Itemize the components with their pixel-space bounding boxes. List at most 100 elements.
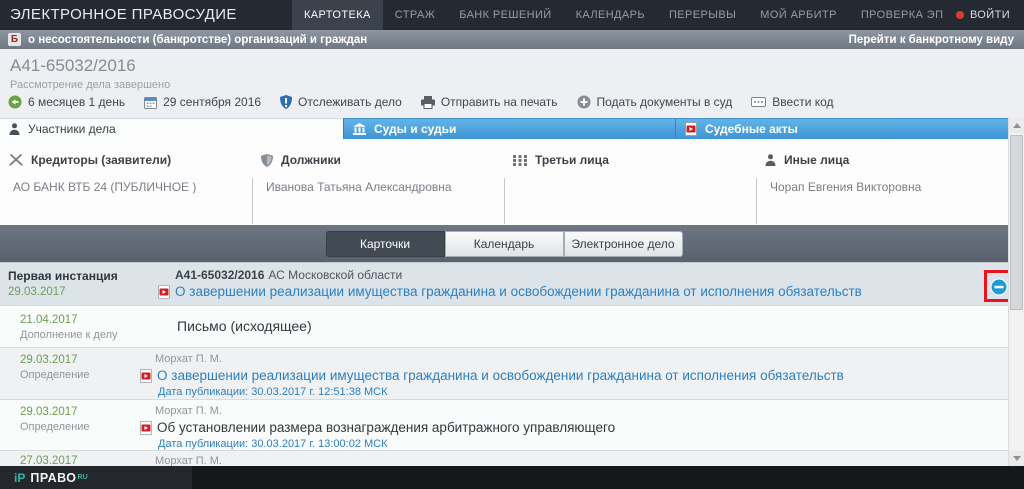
app-logo[interactable]: ЭЛЕКТРОННОЕ ПРАВОСУДИЕ <box>0 0 292 30</box>
print-button[interactable]: Отправить на печать <box>421 95 558 109</box>
creditor-name: АО БАНК ВТБ 24 (ПУБЛИЧНОЕ ) <box>0 178 252 224</box>
creditors-title: Кредиторы (заявители) <box>31 153 171 167</box>
pravo-logo-text: ПРАВО <box>30 471 76 485</box>
pdf-icon[interactable] <box>158 285 170 299</box>
login-status-dot-icon <box>956 11 964 19</box>
registration-date-button[interactable]: 29 сентября 2016 <box>144 95 261 109</box>
main-tabs: Участники дела Суды и судьи Судебные акт… <box>0 118 1008 139</box>
tab-courts-judges[interactable]: Суды и судьи <box>343 118 675 139</box>
pravo-logo-suffix: RU <box>78 474 88 481</box>
record-row[interactable]: 21.04.2017 Дополнение к делу Письмо (исх… <box>0 306 1008 348</box>
record-row[interactable]: 29.03.2017 Определение Морхат П. М. Об у… <box>0 400 1008 451</box>
nav-item-proverka-ep[interactable]: ПРОВЕРКА ЭП <box>849 0 956 30</box>
plus-circle-icon <box>577 95 591 109</box>
debtors-title: Должники <box>281 153 341 167</box>
record-type: Определение <box>20 369 140 381</box>
login-button[interactable]: ВОЙТИ <box>956 0 1024 30</box>
subtab-cards[interactable]: Карточки <box>326 231 445 257</box>
case-records-list: Первая инстанция 29.03.2017 А41-65032/20… <box>0 262 1008 467</box>
record-type: Определение <box>20 421 140 433</box>
submit-documents-label: Подать документы в суд <box>597 95 733 109</box>
print-label: Отправить на печать <box>441 95 558 109</box>
case-type-label: о несостоятельности (банкротстве) органи… <box>28 34 367 46</box>
printer-icon <box>421 96 435 109</box>
third-parties-column: Третьи лица <box>504 139 756 225</box>
shield-icon <box>280 95 292 109</box>
record-content: А41-65032/2016АС Московской области О за… <box>140 263 1008 305</box>
instance-label: Первая инстанция <box>8 269 140 283</box>
tab-judicial-acts[interactable]: Судебные акты <box>675 118 1008 139</box>
scroll-down-button[interactable] <box>1009 451 1024 466</box>
creditors-column: Кредиторы (заявители) АО БАНК ВТБ 24 (ПУ… <box>0 139 252 225</box>
record-date: 29.03.2017 <box>8 286 140 298</box>
minus-circle-icon <box>990 278 1008 296</box>
nav-item-bank-resheniy[interactable]: БАНК РЕШЕНИЙ <box>447 0 563 30</box>
document-title: Письмо (исходящее) <box>177 318 1008 334</box>
record-meta: 29.03.2017 Определение <box>0 348 140 399</box>
nav-item-kartoteka[interactable]: КАРТОТЕКА <box>292 0 383 30</box>
pdf-icon[interactable] <box>140 421 152 435</box>
enter-code-button[interactable]: Ввести код <box>751 95 833 109</box>
subtab-electronic-case[interactable]: Электронное дело <box>564 231 683 257</box>
record-meta: 21.04.2017 Дополнение к делу <box>0 306 140 347</box>
keypad-icon <box>751 97 766 107</box>
case-duration-button[interactable]: 6 месяцев 1 день <box>8 95 125 109</box>
history-icon <box>8 95 22 109</box>
other-persons-header: Иные лица <box>756 153 1008 167</box>
collapse-instance-button[interactable] <box>990 278 1008 296</box>
other-persons-title: Иные лица <box>784 153 849 167</box>
case-type-bar: Б о несостоятельности (банкротстве) орга… <box>0 30 1024 49</box>
case-header: А41-65032/2016 Рассмотрение дела заверше… <box>0 49 1024 118</box>
top-navigation: ЭЛЕКТРОННОЕ ПРАВОСУДИЕ КАРТОТЕКА СТРАЖ Б… <box>0 0 1024 30</box>
document-title: Об установлении размера вознаграждения а… <box>157 420 615 435</box>
nav-item-moy-arbitr[interactable]: МОЙ АРБИТР <box>748 0 849 30</box>
case-number: А41-65032/2016 <box>10 56 136 76</box>
switch-to-bankruptcy-view-link[interactable]: Перейти к банкротному виду <box>849 34 1014 46</box>
calendar-icon <box>144 96 157 109</box>
record-content: Морхат П. М. Об установлении размера воз… <box>140 400 1008 450</box>
pravo-ru-logo[interactable]: iP ПРАВО RU <box>0 466 192 489</box>
submit-documents-button[interactable]: Подать документы в суд <box>577 95 733 109</box>
case-duration-label: 6 месяцев 1 день <box>28 95 125 109</box>
registration-date-label: 29 сентября 2016 <box>163 95 261 109</box>
publication-date: Дата публикации: 30.03.2017 г. 12:51:38 … <box>140 386 1008 398</box>
record-meta: 29.03.2017 Определение <box>0 400 140 450</box>
document-line: О завершении реализации имущества гражда… <box>140 284 1008 299</box>
track-case-button[interactable]: Отслеживать дело <box>280 95 402 109</box>
other-person-name: Чорап Евгения Викторовна <box>756 178 1008 224</box>
record-date: 29.03.2017 <box>20 406 140 418</box>
tab-participants[interactable]: Участники дела <box>0 118 343 139</box>
person-icon <box>9 123 20 135</box>
record-meta: 27.03.2017 <box>0 451 140 467</box>
view-switcher-bar: Карточки Календарь Электронное дело <box>0 225 1008 262</box>
vertical-scrollbar[interactable] <box>1008 118 1024 466</box>
nav-item-strazh[interactable]: СТРАЖ <box>383 0 447 30</box>
participants-panel: Кредиторы (заявители) АО БАНК ВТБ 24 (ПУ… <box>0 139 1008 225</box>
person-icon <box>765 154 776 166</box>
case-status: Рассмотрение дела завершено <box>10 79 170 91</box>
record-row[interactable]: 29.03.2017 Определение Морхат П. М. О за… <box>0 348 1008 400</box>
record-row-partial[interactable]: 27.03.2017 Морхат П. М. <box>0 451 1008 467</box>
scroll-up-button[interactable] <box>1009 118 1024 133</box>
subtab-calendar[interactable]: Календарь <box>445 231 564 257</box>
document-link[interactable]: О завершении реализации имущества гражда… <box>157 368 844 383</box>
court-icon <box>353 123 366 135</box>
pdf-icon <box>685 122 697 136</box>
tab-judicial-acts-label: Судебные акты <box>705 122 798 136</box>
document-link[interactable]: О завершении реализации имущества гражда… <box>175 284 862 299</box>
record-type: Дополнение к делу <box>20 329 140 341</box>
nav-item-kalendar[interactable]: КАЛЕНДАРЬ <box>564 0 657 30</box>
debtors-header: Должники <box>252 153 504 167</box>
nav-item-pereryvy[interactable]: ПЕРЕРЫВЫ <box>657 0 748 30</box>
arrow-up-icon <box>1013 123 1021 128</box>
bankruptcy-badge-icon: Б <box>8 33 21 46</box>
record-date: 21.04.2017 <box>20 314 140 326</box>
judge-name: Морхат П. М. <box>140 353 1008 365</box>
pdf-icon[interactable] <box>140 369 152 383</box>
scrollbar-thumb[interactable] <box>1010 135 1023 310</box>
crossed-swords-icon <box>9 154 23 166</box>
top-menu: КАРТОТЕКА СТРАЖ БАНК РЕШЕНИЙ КАЛЕНДАРЬ П… <box>292 0 955 30</box>
record-row-instance[interactable]: Первая инстанция 29.03.2017 А41-65032/20… <box>0 263 1008 306</box>
record-content: Письмо (исходящее) <box>140 306 1008 347</box>
record-meta: Первая инстанция 29.03.2017 <box>0 263 140 305</box>
